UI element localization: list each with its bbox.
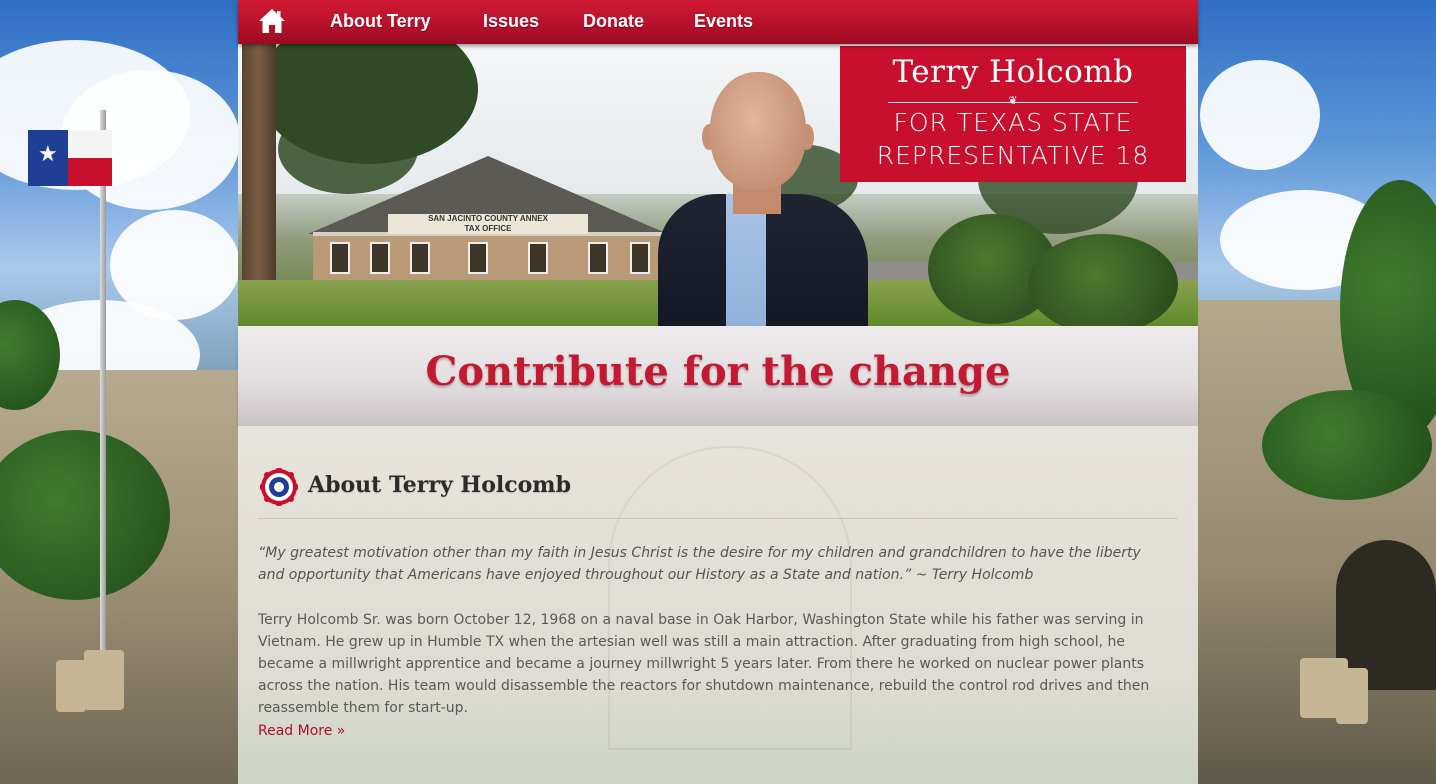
stone-planter bbox=[1336, 668, 1368, 724]
stone-planter bbox=[56, 660, 86, 712]
about-section: About Terry Holcomb “My greatest motivat… bbox=[238, 426, 1198, 784]
window bbox=[528, 242, 548, 274]
section-divider bbox=[258, 518, 1178, 519]
candidate-quote: “My greatest motivation other than my fa… bbox=[258, 545, 1141, 583]
flagpole bbox=[100, 110, 106, 650]
window bbox=[410, 242, 430, 274]
banner-title: Contribute for the change bbox=[425, 348, 1011, 395]
nav-item-about-terry[interactable]: About Terry bbox=[330, 11, 431, 32]
window bbox=[330, 242, 350, 274]
page-column: About Terry Issues Donate Events SAN JAC… bbox=[238, 0, 1198, 784]
nav-item-events[interactable]: Events bbox=[694, 11, 753, 32]
tree-trunk bbox=[242, 44, 276, 304]
home-icon[interactable] bbox=[258, 8, 286, 34]
annex-sign: SAN JACINTO COUNTY ANNEX TAX OFFICE bbox=[388, 214, 588, 234]
nav-item-issues[interactable]: Issues bbox=[483, 11, 539, 32]
stone-planter bbox=[84, 650, 124, 710]
annex-sign-subtext: TAX OFFICE bbox=[464, 224, 512, 233]
campaign-title-box: Terry Holcomb ❦ FOR TEXAS STATE REPRESEN… bbox=[840, 46, 1186, 182]
ornament-icon: ❦ bbox=[1008, 94, 1018, 107]
shrub bbox=[1028, 234, 1178, 326]
annex-building bbox=[313, 232, 663, 284]
annex-sign-text: SAN JACINTO COUNTY ANNEX bbox=[428, 214, 548, 223]
hero-banner: SAN JACINTO COUNTY ANNEX TAX OFFICE Terr… bbox=[238, 44, 1198, 326]
read-more-link[interactable]: Read More » bbox=[258, 723, 345, 739]
office-line-2: REPRESENTATIVE 18 bbox=[876, 141, 1150, 170]
office-line-1: FOR TEXAS STATE bbox=[893, 108, 1133, 137]
window bbox=[370, 242, 390, 274]
cloud bbox=[1200, 60, 1320, 170]
nav-item-donate[interactable]: Donate bbox=[583, 11, 644, 32]
window bbox=[630, 242, 650, 274]
section-title: About Terry Holcomb bbox=[308, 472, 571, 498]
main-nav: About Terry Issues Donate Events bbox=[238, 0, 1198, 44]
texas-flag-icon: ★ bbox=[28, 130, 112, 186]
contribute-banner: Contribute for the change bbox=[238, 326, 1198, 426]
candidate-name: Terry Holcomb bbox=[892, 54, 1134, 90]
candidate-bio: Terry Holcomb Sr. was born October 12, 1… bbox=[258, 612, 1150, 716]
rosette-icon bbox=[259, 467, 299, 507]
tree bbox=[1262, 390, 1432, 500]
window bbox=[588, 242, 608, 274]
window bbox=[468, 242, 488, 274]
